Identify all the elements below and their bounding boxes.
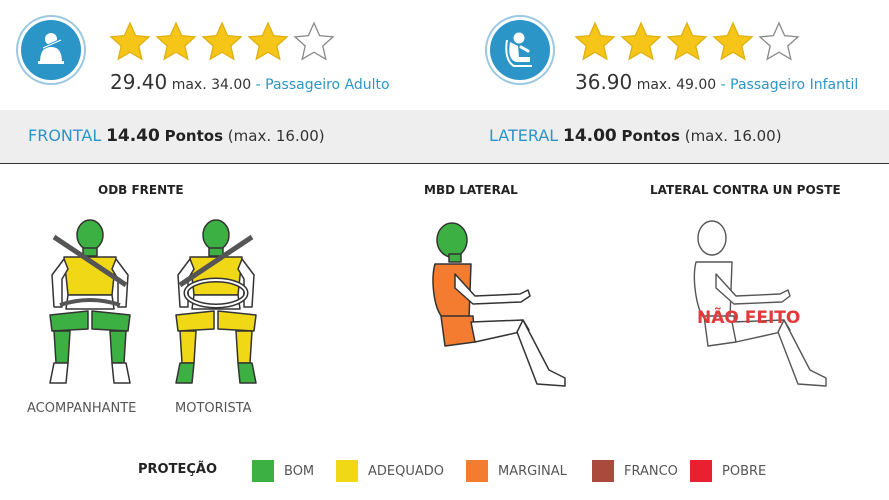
child-star-filled-icon xyxy=(620,21,662,61)
legend-swatch-marginal xyxy=(466,460,488,482)
legend-title: PROTEÇÃO xyxy=(138,462,217,477)
legend-swatch-franco xyxy=(592,460,614,482)
adult-score: 29.40 xyxy=(110,70,168,94)
legend-swatch-pobre xyxy=(690,460,712,482)
driver-dummy-figure xyxy=(175,219,257,384)
frontal-label: FRONTAL xyxy=(28,126,102,145)
adult-category-link[interactable]: Passageiro Adulto xyxy=(265,77,389,93)
legend-item-pobre: POBRE xyxy=(690,460,766,482)
legend-label-pobre: POBRE xyxy=(722,463,767,479)
legend-label-marginal: MARGINAL xyxy=(498,463,567,479)
odb-title: ODB FRENTE xyxy=(98,183,184,197)
adult-star-filled-icon xyxy=(201,21,243,61)
driver-caption: MOTORISTA xyxy=(175,401,252,416)
child-star-filled-icon xyxy=(574,21,616,61)
child-max: max. 49.00 xyxy=(636,77,717,93)
lateral-points: LATERAL 14.00 Pontos (max. 16.00) xyxy=(489,126,782,146)
frontal-max: (max. 16.00) xyxy=(227,127,325,145)
lateral-points-word: Pontos xyxy=(621,127,680,145)
child-score-line: 36.90 max. 49.00 - Passageiro Infantil xyxy=(575,70,858,94)
child-seat-icon xyxy=(490,20,550,80)
legend-item-bom: BOM xyxy=(252,460,314,482)
adult-star-filled-icon xyxy=(155,21,197,61)
lateral-label: LATERAL xyxy=(489,126,559,145)
frontal-points: FRONTAL 14.40 Pontos (max. 16.00) xyxy=(28,126,325,146)
adult-star-rating xyxy=(108,20,336,64)
pole-side-dummy-figure xyxy=(693,220,827,387)
frontal-points-word: Pontos xyxy=(164,127,224,145)
adult-seatbelt-icon xyxy=(21,20,81,80)
adult-max: max. 34.00 xyxy=(171,77,252,93)
legend-label-bom: BOM xyxy=(284,463,315,479)
legend-swatch-bom xyxy=(252,460,274,482)
legend-label-franco: FRANCO xyxy=(624,463,678,479)
child-star-empty-icon xyxy=(758,21,800,61)
lateral-max: (max. 16.00) xyxy=(684,127,782,145)
child-star-filled-icon xyxy=(712,21,754,61)
not-done-label: NÃO FEITO xyxy=(697,308,801,328)
adult-star-filled-icon xyxy=(247,21,289,61)
legend-item-franco: FRANCO xyxy=(592,460,678,482)
passenger-dummy-figure xyxy=(49,219,131,384)
frontal-points-value: 14.40 xyxy=(106,126,160,146)
legend-swatch-adequado xyxy=(336,460,358,482)
legend-item-adequado: ADEQUADO xyxy=(336,460,444,482)
mbd-side-dummy-figure xyxy=(432,222,566,387)
child-category-link[interactable]: Passageiro Infantil xyxy=(730,77,858,93)
legend-item-marginal: MARGINAL xyxy=(466,460,567,482)
passenger-caption: ACOMPANHANTE xyxy=(27,401,137,416)
adult-score-line: 29.40 max. 34.00 - Passageiro Adulto xyxy=(110,70,390,94)
lateral-points-value: 14.00 xyxy=(562,126,617,146)
child-score: 36.90 xyxy=(575,70,633,94)
child-star-filled-icon xyxy=(666,21,708,61)
mbd-title: MBD LATERAL xyxy=(424,183,518,197)
legend-label-adequado: ADEQUADO xyxy=(368,463,445,479)
adult-star-empty-icon xyxy=(293,21,335,61)
pole-title: LATERAL CONTRA UN POSTE xyxy=(650,183,841,197)
child-star-rating xyxy=(573,20,801,64)
child-separator: - xyxy=(716,77,731,93)
adult-separator: - xyxy=(251,77,266,93)
adult-star-filled-icon xyxy=(109,21,151,61)
